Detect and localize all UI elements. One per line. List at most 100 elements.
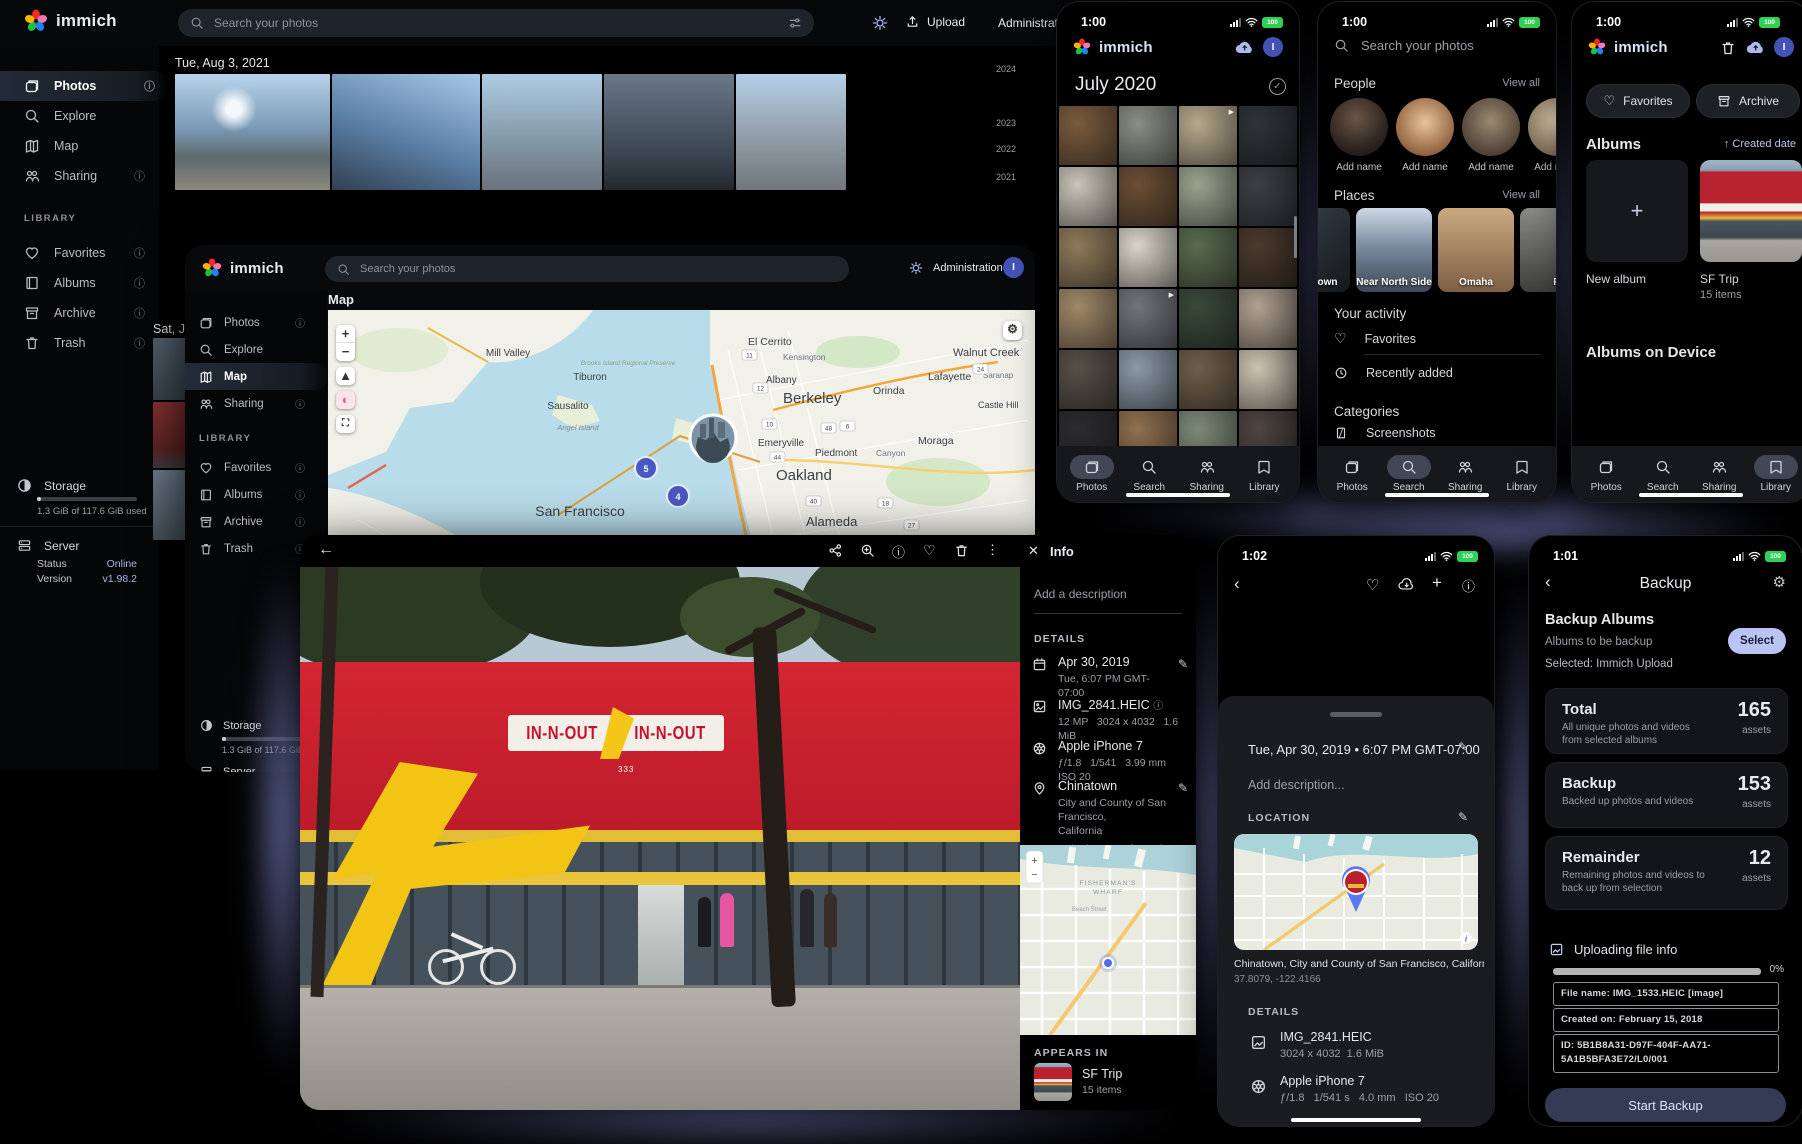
grid-photo[interactable] <box>1179 167 1237 226</box>
sidebar-item-photos[interactable]: Photosⓘ <box>185 309 327 336</box>
albums-sort-button[interactable]: ↑ Created date <box>1724 138 1796 150</box>
grid-photo[interactable] <box>1179 228 1237 287</box>
info-icon[interactable]: ⓘ <box>295 487 305 502</box>
zoom-in-button[interactable]: + <box>336 325 355 342</box>
timeline-photo[interactable] <box>332 74 480 190</box>
sidebar-item-map[interactable]: Map <box>0 131 159 161</box>
nav-photos[interactable]: Photos <box>1066 455 1118 493</box>
search-input[interactable]: Search your photos <box>1334 38 1474 53</box>
person[interactable]: Add name <box>1528 98 1556 173</box>
zoom-out-button[interactable]: − <box>336 342 355 360</box>
info-icon[interactable]: ⓘ <box>1462 576 1475 595</box>
description-input[interactable]: Add description... <box>1248 778 1345 792</box>
sidebar-item-explore[interactable]: Explore <box>185 336 327 363</box>
edit-location-pencil-icon[interactable]: ✎ <box>1458 810 1468 824</box>
place-tile[interactable]: Chinatown <box>1318 208 1350 292</box>
nav-sharing[interactable]: Sharing <box>1693 455 1745 493</box>
grid-photo[interactable] <box>1239 350 1297 409</box>
map-zoom-control[interactable]: +− <box>336 325 355 361</box>
grid-photo[interactable] <box>1239 411 1297 446</box>
edit-location-pencil-icon[interactable]: ✎ <box>1178 781 1188 795</box>
info-icon[interactable]: ⓘ <box>295 315 305 330</box>
album-tile-sf-trip[interactable] <box>1700 160 1802 262</box>
back-chevron-icon[interactable]: ‹ <box>1234 574 1240 594</box>
avatar[interactable]: I <box>1774 37 1794 57</box>
grid-photo[interactable] <box>1119 106 1177 165</box>
cloud-icon[interactable] <box>1398 577 1415 591</box>
select-button[interactable]: Select <box>1728 628 1786 654</box>
add-name-label[interactable]: Add name <box>1462 162 1520 173</box>
album-thumbnail[interactable] <box>1034 1063 1072 1101</box>
map-locate-button[interactable]: ▲ <box>336 367 355 385</box>
archive-button[interactable]: Archive <box>1696 84 1800 118</box>
administration-link[interactable]: Administration <box>933 262 1003 274</box>
place-tile[interactable]: Omaha <box>1438 208 1514 292</box>
nav-photos[interactable]: Photos <box>1580 455 1632 493</box>
nav-search[interactable]: Search <box>1383 455 1435 493</box>
sidebar-item-sharing[interactable]: Sharingⓘ <box>0 161 159 191</box>
share-icon[interactable] <box>828 543 843 558</box>
favorites-row[interactable]: ♡Favorites <box>1334 330 1416 347</box>
map-fullscreen-button[interactable]: ⛶ <box>336 415 355 433</box>
nav-search[interactable]: Search <box>1637 455 1689 493</box>
trash-icon[interactable] <box>1720 40 1736 56</box>
sidebar-item-explore[interactable]: Explore <box>0 101 159 131</box>
place-tile[interactable]: Pi <box>1520 208 1556 292</box>
grid-photo[interactable] <box>1119 228 1177 287</box>
map-settings-gear-icon[interactable]: ⚙ <box>1003 321 1022 340</box>
nav-library[interactable]: Library <box>1238 455 1290 493</box>
start-backup-button[interactable]: Start Backup <box>1545 1088 1786 1122</box>
add-name-label[interactable]: Add name <box>1330 162 1388 173</box>
grid-photo[interactable] <box>1179 350 1237 409</box>
sidebar-item-favorites[interactable]: Favoritesⓘ <box>185 454 327 481</box>
immich-logo[interactable]: immich <box>202 258 284 278</box>
info-icon[interactable]: ⓘ <box>892 542 905 561</box>
sidebar-item-photos[interactable]: Photosⓘ <box>0 71 169 101</box>
favorites-button[interactable]: ♡Favorites <box>1586 84 1690 118</box>
grid-photo[interactable]: ▶ <box>1179 106 1237 165</box>
grid-photo[interactable] <box>1059 289 1117 348</box>
timeline-photo[interactable] <box>604 74 734 190</box>
select-all-check-icon[interactable]: ✓ <box>1269 78 1286 95</box>
person[interactable]: Add name <box>1396 98 1454 173</box>
edit-date-pencil-icon[interactable]: ✎ <box>1178 657 1188 671</box>
favorite-heart-icon[interactable]: ♡ <box>1366 576 1379 594</box>
back-arrow-icon[interactable]: ← <box>318 541 334 559</box>
sidebar-item-sharing[interactable]: Sharingⓘ <box>185 390 327 417</box>
info-icon[interactable]: ⓘ <box>295 396 305 411</box>
info-icon[interactable]: ⓘ <box>134 275 145 291</box>
avatar[interactable]: I <box>1003 257 1024 278</box>
info-icon[interactable]: ⓘ <box>134 335 145 351</box>
nav-library[interactable]: Library <box>1750 455 1802 493</box>
grid-photo[interactable] <box>1059 167 1117 226</box>
nav-photos[interactable]: Photos <box>1326 455 1378 493</box>
grid-photo[interactable] <box>1239 106 1297 165</box>
favorite-heart-icon[interactable]: ♡ <box>923 542 936 559</box>
sidebar-item-favorites[interactable]: Favoritesⓘ <box>0 238 159 268</box>
recently-added-row[interactable]: Recently added <box>1334 366 1453 380</box>
info-icon[interactable]: ⓘ <box>134 305 145 321</box>
theme-sun-icon[interactable] <box>909 261 923 275</box>
album-name[interactable]: SF Trip <box>1082 1067 1122 1081</box>
person[interactable]: Add name <box>1462 98 1520 173</box>
sidebar-item-archive[interactable]: Archiveⓘ <box>0 298 159 328</box>
close-icon[interactable]: ✕ <box>1028 543 1039 559</box>
location-minimap[interactable]: FISHERMAN'S WHARF Beach Street + − <box>1020 845 1196 1035</box>
grid-photo[interactable] <box>1239 167 1297 226</box>
upload-button[interactable]: Upload <box>905 14 965 29</box>
filter-sliders-icon[interactable] <box>788 16 802 30</box>
grid-photo[interactable] <box>1239 228 1297 287</box>
person[interactable]: Add name <box>1330 98 1388 173</box>
sidebar-item-albums[interactable]: Albumsⓘ <box>185 481 327 508</box>
place-tile[interactable]: Near North Side <box>1356 208 1432 292</box>
search-input[interactable]: Search your photos <box>325 256 849 282</box>
places-view-all-link[interactable]: View all <box>1502 189 1540 201</box>
location-map[interactable]: i <box>1234 834 1478 950</box>
avatar[interactable]: I <box>1263 37 1283 57</box>
timeline-photo[interactable] <box>736 74 846 190</box>
settings-gear-icon[interactable]: ⚙ <box>1773 573 1786 591</box>
people-view-all-link[interactable]: View all <box>1502 77 1540 89</box>
grid-photo[interactable] <box>1119 350 1177 409</box>
add-to-album-plus-icon[interactable]: + <box>1432 573 1442 593</box>
scrollbar-thumb[interactable] <box>1294 216 1297 258</box>
